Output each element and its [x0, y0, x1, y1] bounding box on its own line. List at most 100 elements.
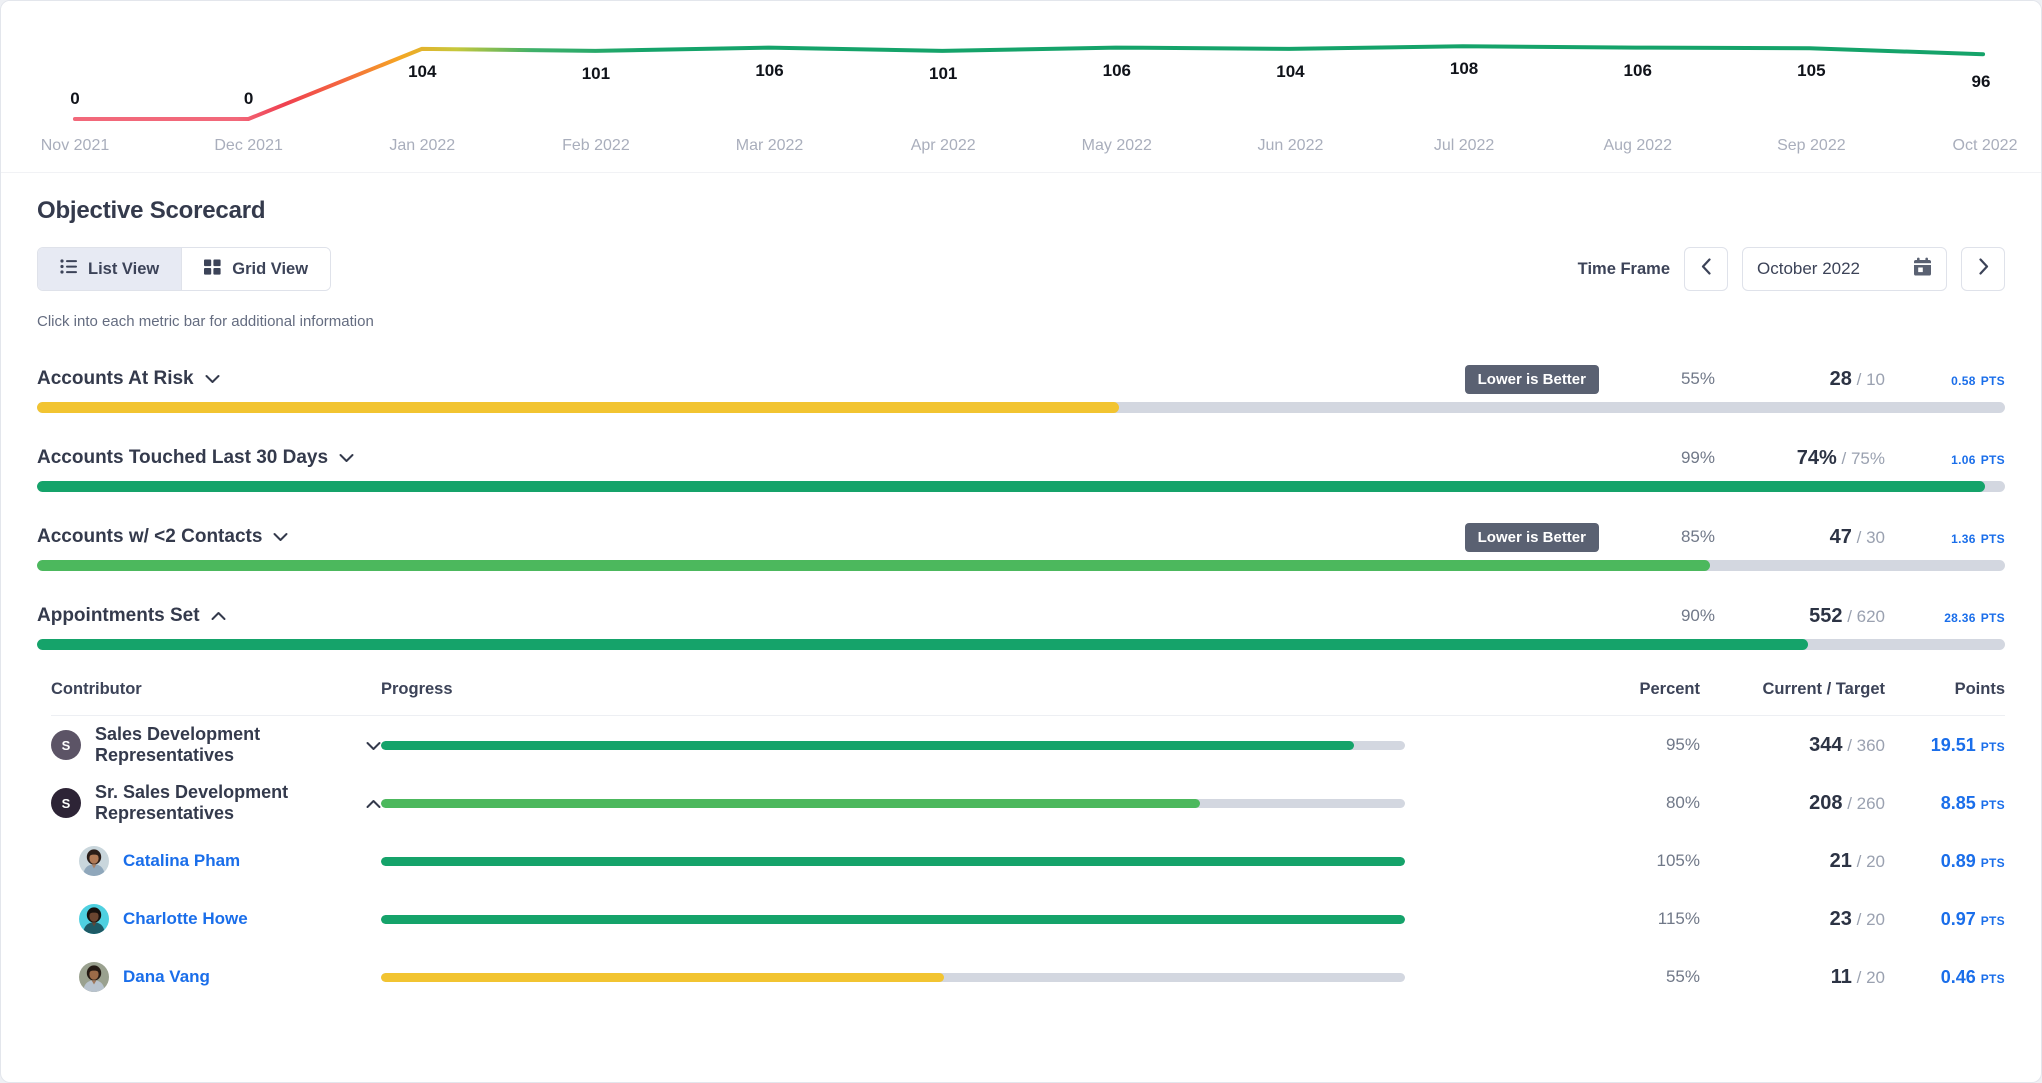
metric-row[interactable]: Accounts w/ <2 Contacts Lower is Better 85… [1, 522, 2041, 571]
metric-name-toggle[interactable]: Accounts At Risk [37, 368, 220, 390]
contributor-current-target: 208 / 260 [1700, 792, 1885, 815]
chevron-left-icon [1701, 258, 1712, 280]
chevron-down-icon[interactable] [273, 526, 288, 548]
table-row[interactable]: S Sr. Sales Development Representatives 80… [51, 774, 2005, 832]
avatar: S [51, 730, 81, 760]
metric-points: 1.06 PTS [1885, 448, 2005, 469]
time-frame-prev-button[interactable] [1684, 247, 1728, 291]
chart-axis-tick: Dec 2021 [214, 137, 283, 154]
metric-progress-track[interactable] [37, 560, 2005, 571]
metric-name-label: Accounts Touched Last 30 Days [37, 447, 329, 468]
chevron-up-icon[interactable] [211, 605, 226, 627]
chart-point-value: 0 [243, 89, 254, 108]
chart-axis-tick: Oct 2022 [1952, 137, 2018, 154]
chart-axis-tick: May 2022 [1081, 137, 1152, 154]
group-name-label: Sr. Sales Development Representatives [95, 782, 289, 823]
metric-name-label: Accounts At Risk [37, 368, 194, 389]
metric-name-label: Appointments Set [37, 605, 200, 626]
tab-list-view-label: List View [88, 259, 160, 278]
metric-percent: 90% [1680, 606, 1715, 625]
metric-name-label: Accounts w/ <2 Contacts [37, 526, 263, 547]
calendar-icon[interactable] [1913, 257, 1932, 282]
contributor-progress-fill [381, 972, 945, 982]
chart-axis-tick: Sep 2022 [1777, 137, 1846, 154]
metric-progress-fill [37, 481, 1986, 492]
progress-cell [381, 914, 1575, 924]
avatar [79, 904, 109, 934]
contributor-name-link[interactable]: Dana Vang [123, 967, 210, 987]
contributor-points-unit: PTS [1980, 913, 2005, 928]
contributor-points: 0.46 PTS [1940, 966, 2005, 987]
metric-row[interactable]: Accounts At Risk Lower is Better 55% 28 / 1… [1, 364, 2041, 413]
table-row[interactable]: S Sales Development Representatives 95% 344… [51, 716, 2005, 774]
objective-scorecard-app: 0 Nov 2021 0 Dec 2021 104 Jan 2022 101 Feb 2022… [0, 0, 2042, 1083]
column-header-current-target: Current / Target [1762, 680, 1885, 698]
chart-point-value: 104 [408, 61, 437, 81]
table-row[interactable]: Catalina Pham 105% 21 / 20 0.89 PTS [51, 832, 2005, 890]
contributor-progress-fill [381, 798, 1201, 808]
time-frame-input[interactable]: October 2022 [1742, 247, 1947, 291]
chevron-down-icon[interactable] [339, 447, 354, 469]
metric-progress-track[interactable] [37, 481, 2005, 492]
contributor-current: 208 [1809, 791, 1843, 814]
contributor-name-link[interactable]: Catalina Pham [123, 851, 240, 871]
column-header-contributor: Contributor [51, 680, 142, 698]
chevron-up-icon[interactable] [366, 793, 381, 814]
tab-grid-view[interactable]: Grid View [181, 248, 331, 290]
metric-row-top: Appointments Set 90% 552 / 620 28.36 PTS [37, 601, 2005, 631]
metric-current-target: 28 / 10 [1715, 368, 1885, 391]
contributor-cell: Catalina Pham [51, 846, 381, 876]
time-frame-next-button[interactable] [1961, 247, 2005, 291]
chevron-down-icon[interactable] [366, 735, 381, 756]
contributor-progress-track[interactable] [381, 856, 1405, 866]
chart-axis-tick: Jun 2022 [1257, 137, 1324, 154]
contributor-progress-track[interactable] [381, 798, 1405, 808]
status-badge: Lower is Better [1464, 364, 1599, 394]
contributor-cell: S Sr. Sales Development Representatives [51, 782, 381, 824]
contributor-progress-track[interactable] [381, 972, 1405, 982]
metric-points-value: 28.36 [1944, 610, 1976, 625]
status-badge: Lower is Better [1464, 522, 1599, 552]
metric-row[interactable]: Appointments Set 90% 552 / 620 28.36 PTS [1, 601, 2041, 650]
avatar-initial: S [61, 737, 71, 753]
metric-name-toggle[interactable]: Appointments Set [37, 605, 226, 627]
contributor-points-unit: PTS [1980, 739, 2005, 754]
group-name-label: Sales Development Representatives [95, 724, 261, 765]
chevron-down-icon[interactable] [205, 368, 220, 390]
contributor-cell: Dana Vang [51, 962, 381, 992]
chart-axis-tick: Mar 2022 [735, 137, 804, 154]
metric-name-toggle[interactable]: Accounts w/ <2 Contacts [37, 526, 288, 548]
group-name-toggle[interactable]: Sr. Sales Development Representatives [95, 782, 381, 824]
contributor-name-link[interactable]: Charlotte Howe [123, 909, 248, 929]
contributor-progress-track[interactable] [381, 914, 1405, 924]
chart-axis-tick: Jul 2022 [1433, 137, 1495, 154]
group-name-toggle[interactable]: Sales Development Representatives [95, 724, 381, 766]
metric-name-toggle[interactable]: Accounts Touched Last 30 Days [37, 447, 354, 469]
metric-progress-track[interactable] [37, 402, 2005, 413]
contributor-table: Contributor Progress Percent Current / T… [37, 680, 2005, 1006]
contributor-current: 21 [1829, 849, 1852, 872]
chart-point-value: 106 [1102, 60, 1131, 80]
contributor-points: 0.97 PTS [1940, 908, 2005, 929]
metric-progress-fill [37, 560, 1710, 571]
metric-progress-track[interactable] [37, 639, 2005, 650]
contributor-current-target: 21 / 20 [1700, 850, 1885, 873]
contributor-progress-fill [381, 740, 1354, 750]
avatar [79, 962, 109, 992]
header-controls-row: List View Grid View Time Frame October 2… [37, 247, 2005, 291]
table-row[interactable]: Charlotte Howe 115% 23 / 20 0.97 PTS [51, 890, 2005, 948]
contributor-progress-track[interactable] [381, 740, 1405, 750]
table-header-row: Contributor Progress Percent Current / T… [51, 680, 2005, 716]
chart-point-value: 101 [928, 63, 958, 83]
contributor-target: / 20 [1856, 909, 1885, 929]
contributor-current-target: 344 / 360 [1700, 734, 1885, 757]
avatar [79, 846, 109, 876]
tab-grid-view-label: Grid View [232, 259, 309, 278]
contributor-points-unit: PTS [1980, 855, 2005, 870]
chart-point-value: 96 [1971, 72, 1991, 92]
contributor-points-unit: PTS [1980, 971, 2005, 986]
time-frame-value: October 2022 [1757, 259, 1861, 278]
metric-row[interactable]: Accounts Touched Last 30 Days 99% 74% / 75… [1, 443, 2041, 492]
tab-list-view[interactable]: List View [38, 248, 182, 290]
table-row[interactable]: Dana Vang 55% 11 / 20 0.46 PTS [51, 948, 2005, 1006]
